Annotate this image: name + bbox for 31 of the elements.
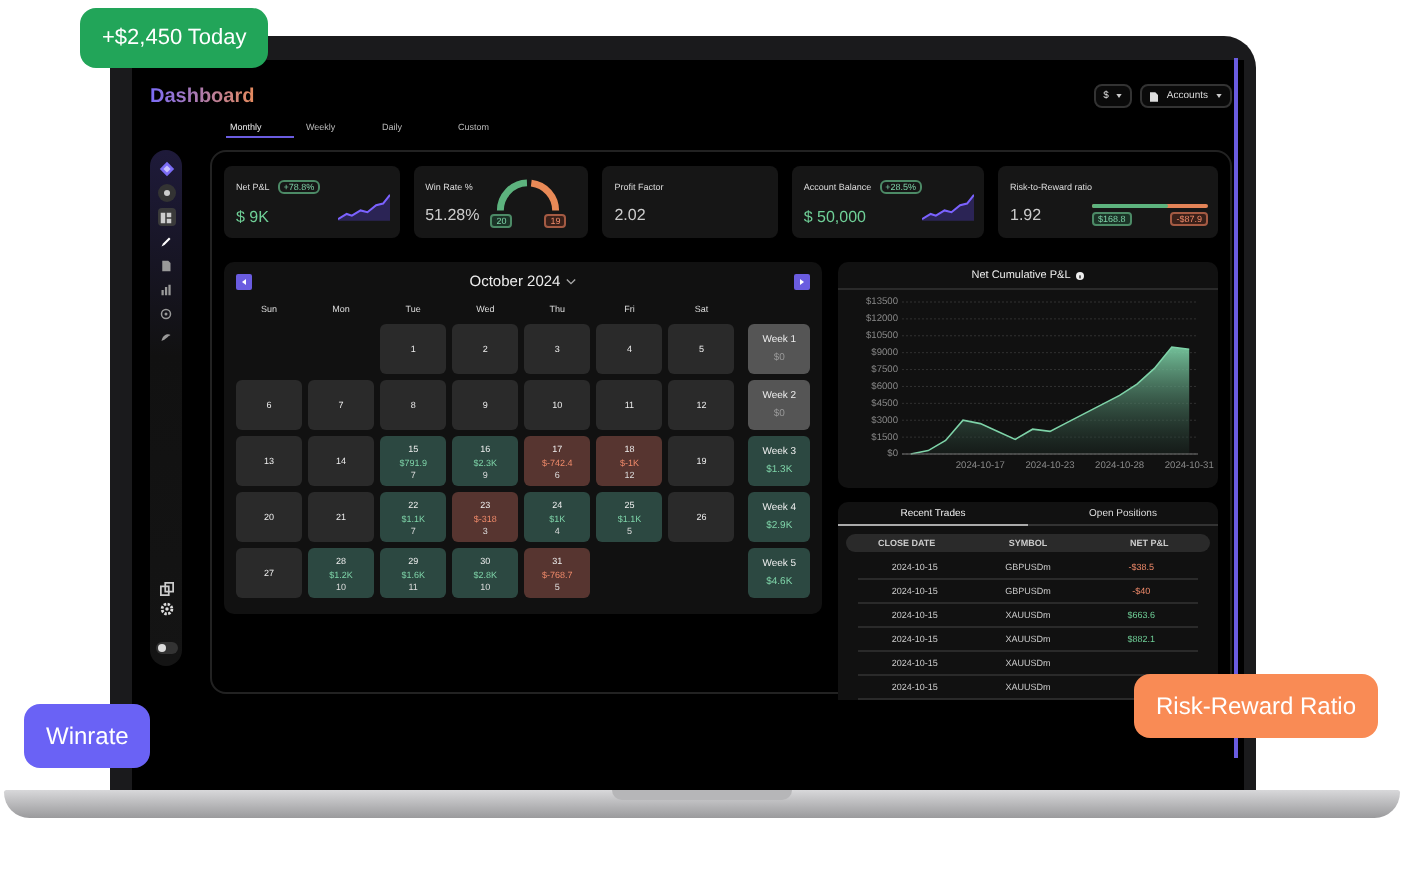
info-icon[interactable] (1076, 271, 1085, 279)
callout-badge: +$2,450 Today (80, 8, 269, 68)
previous-month-button[interactable] (236, 273, 252, 289)
caret-icon (1216, 94, 1222, 98)
callout-badge: Winrate (24, 704, 151, 768)
caret-icon (1116, 94, 1123, 98)
sparkline (337, 191, 390, 221)
stat-value: $ 50,000 (803, 207, 868, 225)
sparkline (922, 191, 974, 221)
chevron-down-icon[interactable] (566, 277, 577, 285)
copy-icon[interactable] (159, 582, 173, 596)
dashboard-title: Dashboard (150, 85, 255, 107)
nav-icon[interactable] (157, 256, 175, 274)
stat-value: 2.02 (614, 205, 648, 223)
callout-badge: Risk-Reward Ratio (1134, 674, 1379, 738)
logo-icon (157, 160, 175, 178)
theme-toggle[interactable] (155, 642, 177, 654)
stat-value: 51.28% (425, 205, 480, 223)
document-icon (1150, 91, 1159, 101)
caret-left-icon (240, 277, 248, 285)
caret-right-icon (797, 277, 806, 285)
stat-value: 1.92 (1010, 205, 1044, 223)
next-month-button[interactable] (793, 273, 810, 289)
nav-icon[interactable] (157, 232, 175, 250)
nav-icon[interactable] (157, 208, 175, 226)
profile-icon[interactable] (157, 184, 175, 202)
nav-icon[interactable] (157, 304, 175, 322)
settings-icon[interactable] (159, 602, 173, 616)
stat-value: $ 9K (236, 207, 271, 225)
nav-icon[interactable] (157, 328, 175, 346)
nav-icon[interactable] (157, 280, 175, 298)
